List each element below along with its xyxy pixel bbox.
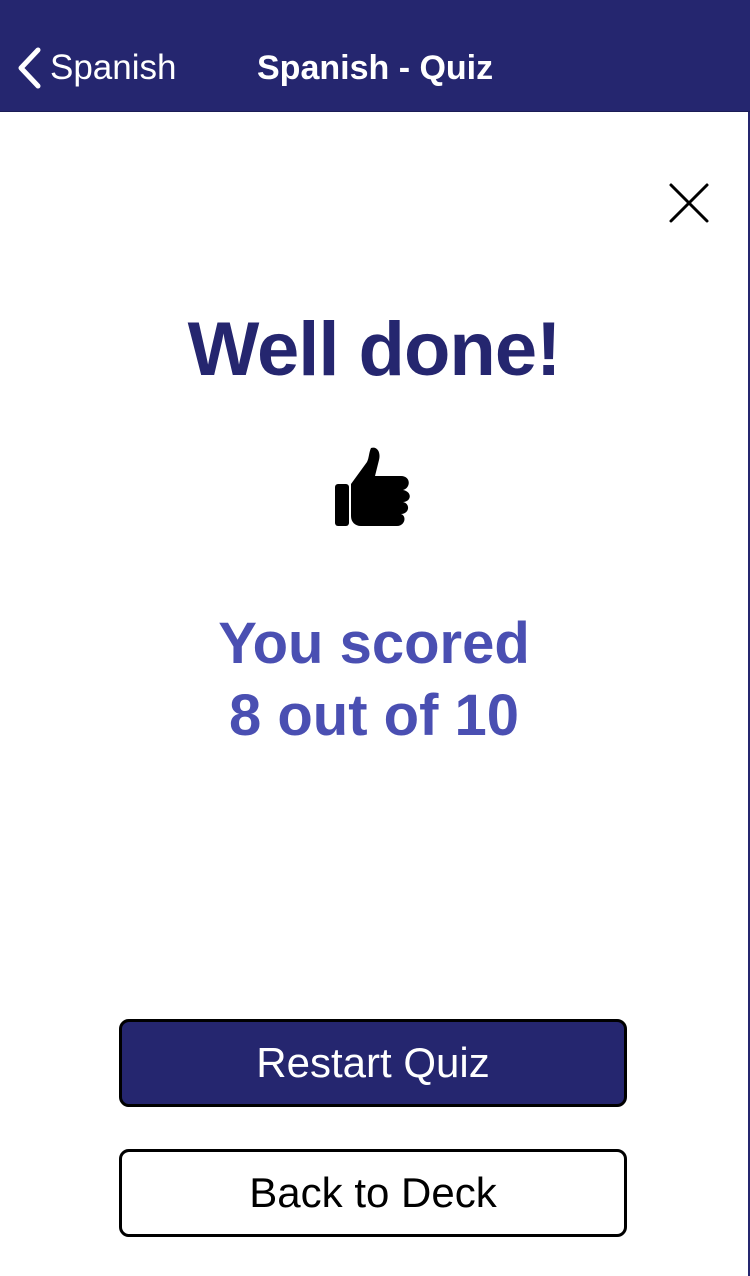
result-headline: Well done! [187,307,562,392]
restart-quiz-label: Restart Quiz [256,1039,490,1086]
close-icon [664,183,714,232]
score-line-1: You scored [218,611,530,676]
thumbs-up-icon [331,444,417,530]
back-button-label: Spanish [50,48,177,87]
chevron-left-icon [16,47,42,89]
score-line-2: 8 out of 10 [228,683,520,748]
close-button[interactable] [664,178,714,228]
quiz-result-screen: Spanish Spanish - Quiz Well done! You sc… [0,0,750,1276]
navigation-bar: Spanish Spanish - Quiz [0,0,750,112]
back-to-deck-label: Back to Deck [249,1169,497,1216]
page-title: Spanish - Quiz [257,49,494,87]
back-to-deck-button[interactable]: Back to Deck [119,1149,627,1237]
back-button[interactable]: Spanish [16,44,176,92]
restart-quiz-button[interactable]: Restart Quiz [119,1019,627,1107]
score-text: You scored 8 out of 10 [0,608,748,752]
